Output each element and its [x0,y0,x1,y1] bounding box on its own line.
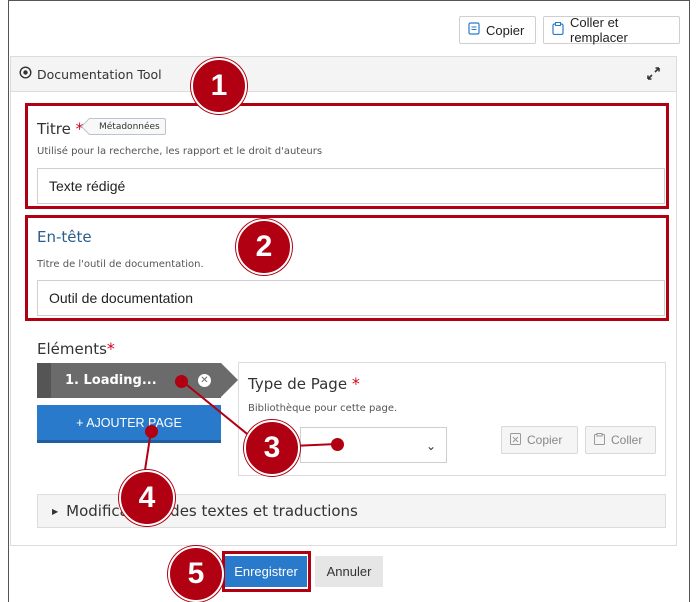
callout-3: 3 [244,420,300,476]
callout-leaders [144,380,338,471]
callout-dot [145,425,158,438]
callout-dot [331,438,344,451]
callout-2: 2 [236,219,292,275]
callout-1: 1 [191,58,247,114]
callout-5: 5 [168,546,224,602]
callout-4: 4 [119,470,175,526]
callout-dot [175,375,188,388]
